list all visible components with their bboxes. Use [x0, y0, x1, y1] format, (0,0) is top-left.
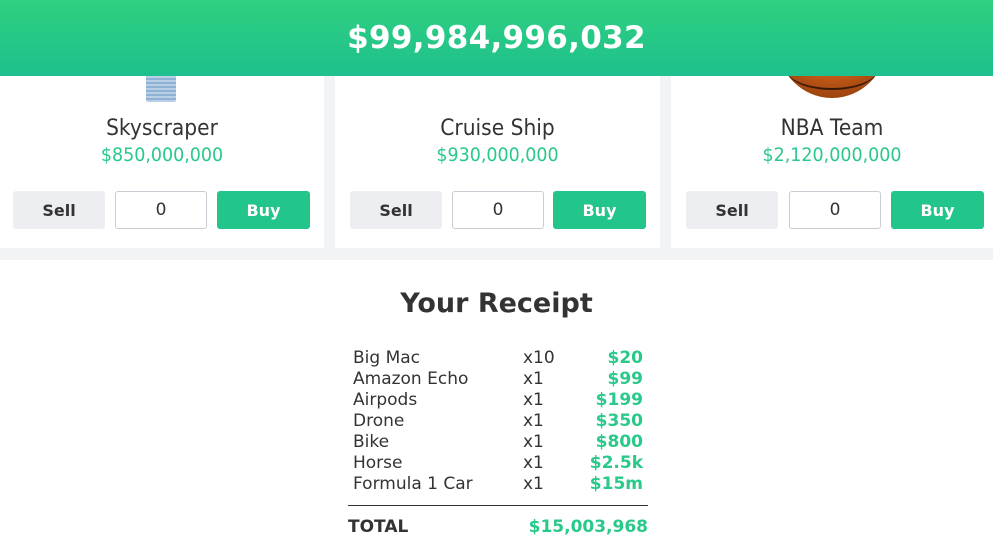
receipt-total-value: $15,003,968 [528, 517, 648, 537]
quantity-input[interactable] [789, 191, 881, 229]
receipt-item-name: Amazon Echo [353, 369, 469, 389]
balance-amount: $99,984,996,032 [347, 20, 646, 56]
receipt-item-qty: x10 [523, 348, 555, 368]
receipt-item-name: Big Mac [353, 348, 421, 368]
receipt-item-name: Bike [353, 432, 390, 452]
sell-button[interactable]: Sell [13, 191, 105, 229]
receipt-item-cost: $15m [589, 474, 643, 494]
receipt-item-cost: $350 [595, 411, 643, 431]
receipt-row: Horse x1 $2.5k [348, 453, 648, 474]
receipt-item-name: Drone [353, 411, 405, 431]
receipt-row: Drone x1 $350 [348, 411, 648, 432]
receipt-item-qty: x1 [523, 432, 544, 452]
receipt-list: Big Mac x10 $20 Amazon Echo x1 $99 Airpo… [348, 348, 648, 495]
receipt-row: Airpods x1 $199 [348, 390, 648, 411]
product-name: Cruise Ship [440, 116, 555, 141]
sell-button[interactable]: Sell [686, 191, 778, 229]
balance-banner: $99,984,996,032 [0, 0, 993, 76]
receipt-item-name: Horse [353, 453, 403, 473]
receipt-item-cost: $199 [595, 390, 643, 410]
receipt-item-qty: x1 [523, 369, 544, 389]
product-price: $2,120,000,000 [762, 144, 902, 166]
receipt-item-cost: $2.5k [589, 453, 643, 473]
product-name: Skyscraper [106, 116, 218, 141]
buy-button[interactable]: Buy [891, 191, 984, 229]
buy-button[interactable]: Buy [553, 191, 646, 229]
product-name: NBA Team [780, 116, 884, 141]
receipt-item-cost: $800 [595, 432, 643, 452]
receipt-item-cost: $20 [607, 348, 644, 368]
receipt-item-name: Airpods [353, 390, 418, 410]
receipt-item-name: Formula 1 Car [353, 474, 473, 494]
receipt-divider [348, 505, 648, 506]
receipt-row: Formula 1 Car x1 $15m [348, 474, 648, 495]
quantity-input[interactable] [115, 191, 207, 229]
receipt-row: Bike x1 $800 [348, 432, 648, 453]
receipt-item-qty: x1 [523, 411, 544, 431]
quantity-input[interactable] [452, 191, 544, 229]
receipt-item-cost: $99 [607, 369, 644, 389]
receipt-item-qty: x1 [523, 390, 544, 410]
product-price: $930,000,000 [436, 144, 559, 166]
product-price: $850,000,000 [100, 144, 224, 166]
receipt-row: Big Mac x10 $20 [348, 348, 648, 369]
receipt-title: Your Receipt [400, 288, 593, 319]
receipt-item-qty: x1 [523, 453, 544, 473]
buy-button[interactable]: Buy [217, 191, 310, 229]
receipt-row: Amazon Echo x1 $99 [348, 369, 648, 390]
receipt-item-qty: x1 [523, 474, 544, 494]
sell-button[interactable]: Sell [350, 191, 442, 229]
